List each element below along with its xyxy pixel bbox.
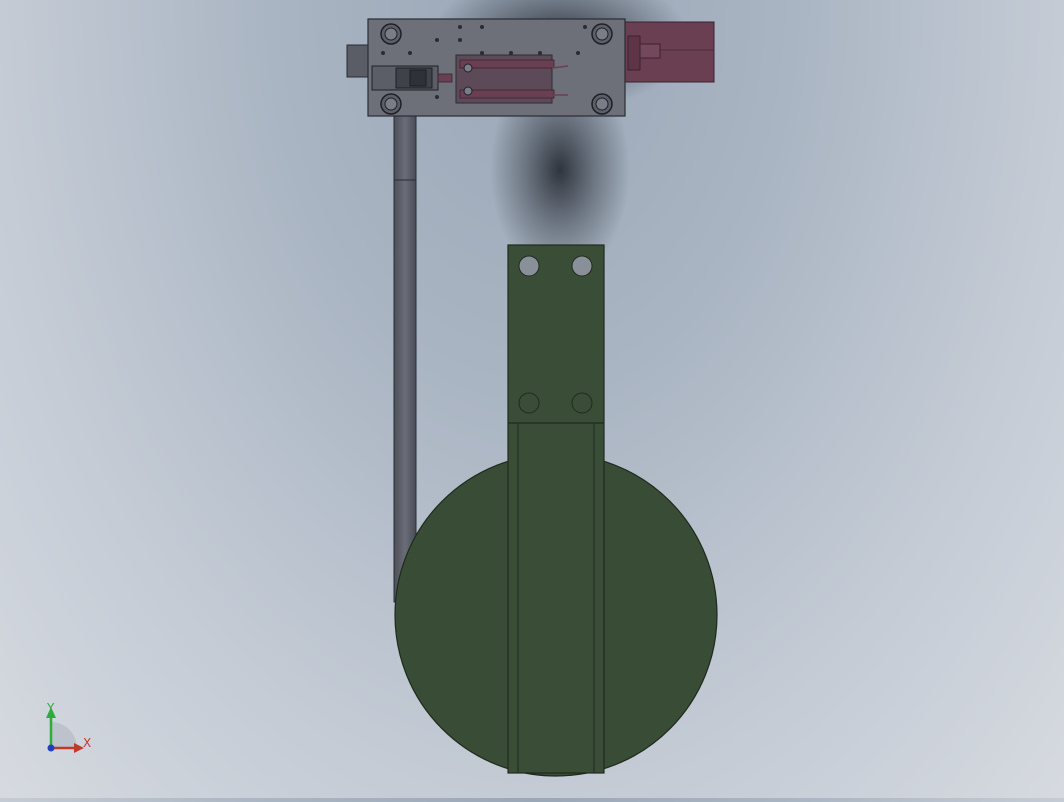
mount-hole xyxy=(518,255,540,277)
model-canvas: X Y xyxy=(46,0,718,777)
x-axis-label: X xyxy=(83,736,91,750)
mounting-plate[interactable] xyxy=(367,18,626,117)
mount-hole xyxy=(571,392,593,414)
mount-hole xyxy=(571,255,593,277)
z-axis-dot xyxy=(47,744,55,752)
y-axis-label: Y xyxy=(46,701,55,715)
support-rod[interactable] xyxy=(393,111,417,603)
bracket-arm[interactable] xyxy=(507,244,605,774)
cad-viewport[interactable]: X Y xyxy=(0,0,1064,798)
left-stop-block[interactable] xyxy=(346,44,370,78)
axis-triad: X Y xyxy=(46,701,91,753)
mount-hole xyxy=(518,392,540,414)
pneumatic-cylinder[interactable] xyxy=(623,21,715,83)
